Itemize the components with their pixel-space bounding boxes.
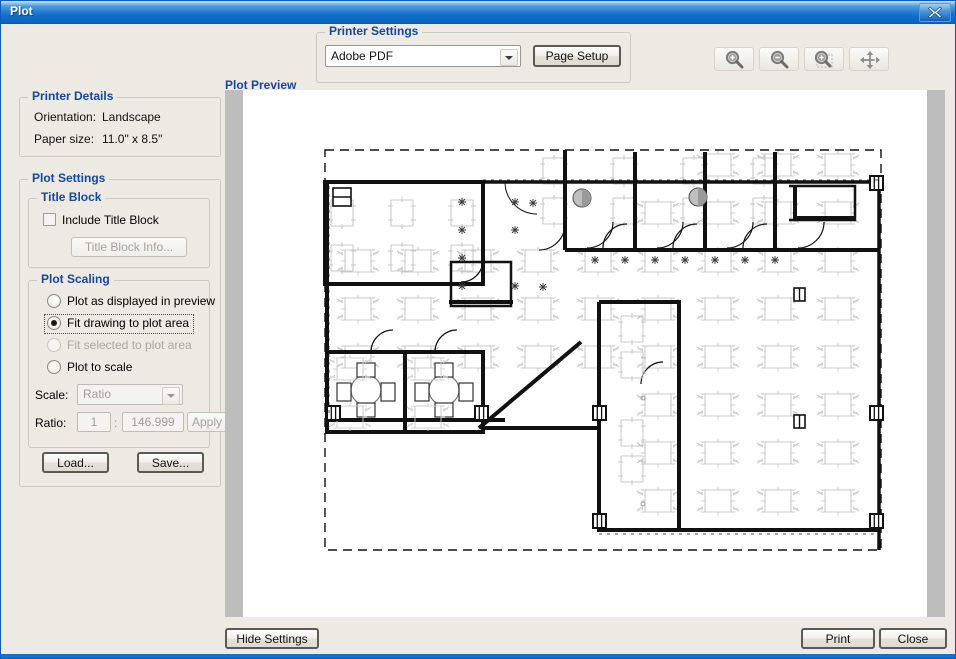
printer-settings-group: Printer Settings Adobe PDF Page Setup (316, 24, 631, 83)
zoom-out-icon (770, 50, 789, 69)
paper-size-value: 11.0" x 8.5" (102, 132, 163, 146)
printer-select-value: Adobe PDF (331, 49, 394, 63)
ratio-denominator-input[interactable]: 146.999 (122, 412, 184, 432)
scale-select-value: Ratio (83, 387, 112, 401)
radio-plot-to-scale[interactable] (47, 360, 61, 374)
title-block-info-button[interactable]: Title Block Info... (71, 237, 187, 257)
title-bar: Plot (1, 1, 955, 24)
status-bar (1, 654, 955, 658)
plot-preview-frame[interactable] (225, 90, 945, 617)
zoom-window-button[interactable] (804, 47, 844, 71)
plot-dialog: Plot Printer Settings Adobe PDF Page Set… (0, 0, 956, 659)
middle-room-furniture (617, 312, 647, 507)
plot-settings-legend: Plot Settings (28, 171, 110, 185)
orientation-value: Landscape (102, 110, 161, 124)
window-title: Plot (10, 4, 33, 18)
radio-plot-as-displayed-label: Plot as displayed in preview (67, 294, 216, 308)
pan-icon (860, 51, 880, 69)
printer-details-legend: Printer Details (28, 89, 118, 103)
page-setup-button[interactable]: Page Setup (533, 45, 621, 67)
close-button[interactable]: Close (879, 628, 947, 649)
save-button[interactable]: Save... (137, 452, 204, 473)
radio-plot-to-scale-label: Plot to scale (67, 360, 133, 374)
title-block-legend: Title Block (37, 190, 106, 204)
ratio-separator: : (114, 416, 118, 430)
wall-hatch (328, 179, 879, 535)
hide-settings-button[interactable]: Hide Settings (225, 628, 319, 649)
load-button[interactable]: Load... (42, 452, 109, 473)
close-icon (928, 6, 942, 19)
printer-select[interactable]: Adobe PDF (325, 45, 521, 67)
printer-settings-legend: Printer Settings (325, 24, 423, 38)
plot-settings-group: Plot Settings Title Block Include Title … (19, 171, 227, 487)
zoom-in-icon (725, 50, 744, 69)
ratio-numerator-input[interactable]: 1 (77, 412, 111, 432)
scale-label: Scale: (35, 388, 69, 402)
ratio-label: Ratio: (35, 416, 67, 430)
plot-scaling-legend: Plot Scaling (37, 272, 114, 286)
chevron-down-icon (162, 387, 180, 405)
window-close-button[interactable] (919, 3, 951, 22)
radio-fit-drawing[interactable] (47, 316, 61, 330)
radio-fit-selected (47, 338, 61, 352)
include-title-block-label: Include Title Block (62, 213, 159, 227)
floor-plan-drawing (323, 149, 884, 551)
zoom-out-button[interactable] (759, 47, 799, 71)
scale-select[interactable]: Ratio (77, 384, 183, 405)
include-title-block-checkbox[interactable] (43, 213, 56, 226)
radio-fit-drawing-label: Fit drawing to plot area (67, 316, 190, 330)
plot-preview-page (243, 90, 927, 617)
paper-size-label: Paper size: (34, 132, 95, 146)
chevron-down-icon (500, 49, 518, 66)
zoom-window-icon (814, 50, 833, 68)
title-block-group: Title Block Include Title Block Title Bl… (28, 190, 210, 268)
plot-scaling-group: Plot Scaling Plot as displayed in previe… (28, 272, 227, 448)
apply-button[interactable]: Apply (187, 412, 227, 432)
closet (332, 187, 352, 207)
printer-details-group: Printer Details Orientation: Landscape P… (19, 89, 221, 157)
radio-fit-selected-label: Fit selected to plot area (67, 338, 192, 352)
radio-plot-as-displayed[interactable] (47, 294, 61, 308)
zoom-in-button[interactable] (714, 47, 754, 71)
furniture-grid (327, 150, 860, 516)
columns (793, 287, 806, 429)
pan-button[interactable] (849, 47, 889, 71)
orientation-label: Orientation: (34, 110, 97, 124)
print-button[interactable]: Print (801, 628, 875, 649)
